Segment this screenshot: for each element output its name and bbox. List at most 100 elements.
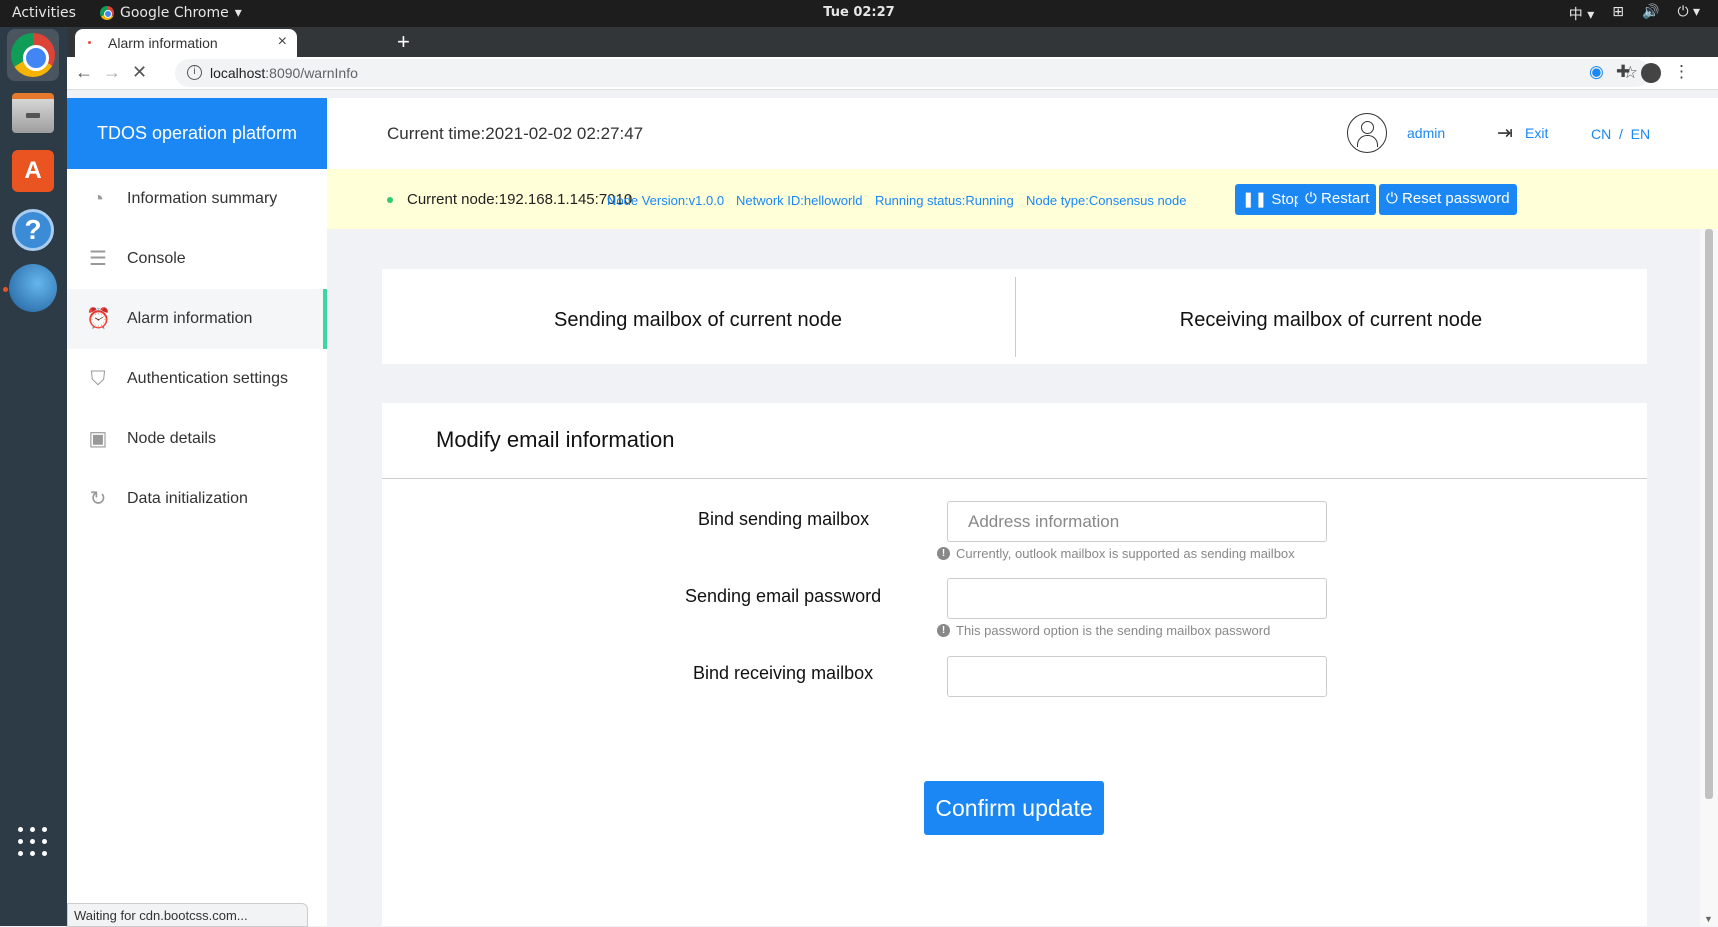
dock-chrome[interactable] — [7, 29, 59, 81]
reset-password-label: Reset password — [1402, 190, 1510, 207]
menu-kebab-icon[interactable]: ⋮ — [1673, 62, 1690, 82]
divider — [382, 478, 1647, 479]
password-hint: ! This password option is the sending ma… — [937, 623, 1270, 638]
dock-app[interactable] — [7, 262, 59, 314]
bind-sending-hint: ! Currently, outlook mailbox is supporte… — [937, 546, 1295, 561]
back-icon[interactable]: ← — [75, 62, 93, 83]
sidebar-item-alarm-information[interactable]: ⏰ Alarm information — [67, 289, 327, 349]
form-title: Modify email information — [436, 427, 675, 452]
user-name[interactable]: admin — [1407, 125, 1445, 141]
url-path: :8090/warnInfo — [265, 65, 358, 81]
tab-strip: Alarm information × + — [67, 27, 1718, 57]
sidebar-item-label: Authentication settings — [127, 370, 288, 387]
dashboard-icon: ◔ — [91, 188, 105, 210]
sidebar-item-node-details[interactable]: ▣ Node details — [67, 409, 327, 469]
mailbox-tabs: Sending mailbox of current node Receivin… — [382, 269, 1647, 364]
node-status-bar: Current node:192.168.1.145:7010 Node Ver… — [327, 169, 1718, 229]
brand-title[interactable]: TDOS operation platform — [67, 98, 327, 169]
restart-button[interactable]: ⏻ Restart — [1298, 184, 1377, 215]
exit-link[interactable]: Exit — [1525, 125, 1548, 141]
app-header: Current time:2021-02-02 02:27:47 admin ⇥… — [327, 98, 1718, 169]
sidebar: TDOS operation platform ◔ Information su… — [67, 98, 327, 927]
system-top-bar: Activities Google Chrome ▾ Tue 02:27 中 ▾… — [0, 0, 1718, 27]
dock-files[interactable] — [7, 87, 59, 139]
bind-sending-mailbox-input[interactable] — [947, 501, 1327, 542]
extension-icon[interactable]: ◉ — [1589, 62, 1604, 82]
new-tab-button[interactable]: + — [397, 29, 410, 55]
bind-receiving-mailbox-input[interactable] — [947, 656, 1327, 697]
power-icon: ⏻ — [1386, 190, 1398, 207]
browser-tab[interactable]: Alarm information × — [75, 29, 297, 57]
system-tray[interactable]: 中 ▾ ⊞ 🔊 ⏻ ▾ — [1569, 4, 1700, 24]
input-method-indicator[interactable]: 中 ▾ — [1569, 4, 1594, 24]
sending-password-input[interactable] — [947, 578, 1327, 619]
page-scrollbar[interactable]: ▼ — [1700, 229, 1718, 926]
confirm-update-button[interactable]: Confirm update — [924, 781, 1104, 835]
bind-sending-mailbox-label: Bind sending mailbox — [698, 509, 870, 529]
bind-sending-hint-text: Currently, outlook mailbox is supported … — [956, 546, 1295, 561]
software-store-icon: A — [12, 150, 54, 192]
sidebar-item-label: Data initialization — [127, 490, 248, 507]
url-host: localhost — [210, 65, 266, 81]
pause-icon: ❚❚ — [1242, 191, 1268, 208]
node-status-dot — [387, 197, 393, 203]
main-content: Sending mailbox of current node Receivin… — [327, 229, 1700, 926]
logout-icon[interactable]: ⇥ — [1497, 122, 1513, 145]
forward-icon[interactable]: → — [103, 62, 121, 83]
stop-loading-icon[interactable]: ✕ — [132, 62, 147, 83]
site-info-icon[interactable]: i — [187, 65, 202, 80]
scroll-down-icon[interactable]: ▼ — [1704, 914, 1713, 924]
email-form-card: Modify email information Bind sending ma… — [382, 403, 1647, 926]
current-time: Current time:2021-02-02 02:27:47 — [387, 124, 644, 143]
profile-avatar-icon[interactable] — [1641, 63, 1661, 88]
input-method-label: 中 — [1568, 7, 1583, 23]
tab-receiving-mailbox[interactable]: Receiving mailbox of current node — [1015, 309, 1647, 332]
sliders-icon: ☰ — [89, 248, 107, 270]
clock[interactable]: Tue 02:27 — [0, 5, 1718, 20]
dock-software[interactable]: A — [7, 145, 59, 197]
tab-title: Alarm information — [108, 35, 218, 51]
app-bird-icon — [9, 264, 57, 312]
language-switch[interactable]: CN / EN — [1591, 126, 1650, 142]
sidebar-item-authentication-settings[interactable]: ⛉ Authentication settings — [67, 349, 327, 409]
sidebar-item-data-initialization[interactable]: ↻ Data initialization — [67, 469, 327, 529]
restart-label: Restart — [1321, 190, 1370, 207]
user-avatar-icon[interactable] — [1347, 113, 1387, 153]
browser-status-bubble: Waiting for cdn.bootcss.com... — [67, 903, 308, 927]
alarm-icon: ⏰ — [86, 308, 111, 330]
chrome-icon — [11, 33, 55, 77]
running-indicator — [3, 287, 8, 292]
node-type: Node type:Consensus node — [1026, 193, 1187, 208]
shield-icon: ⛉ — [90, 368, 106, 390]
url-text[interactable]: localhost:8090/warnInfo — [210, 65, 358, 81]
close-icon[interactable]: × — [278, 33, 287, 51]
reset-password-button[interactable]: ⏻ Reset password — [1379, 184, 1517, 215]
node-version: Node Version:v1.0.0 — [607, 193, 725, 208]
dock-help[interactable]: ? — [7, 204, 59, 256]
sidebar-item-label: Node details — [127, 430, 216, 447]
sidebar-menu: ◔ Information summary ☰ Console ⏰ Alarm … — [67, 169, 327, 529]
chart-icon: ▣ — [88, 428, 108, 450]
sidebar-item-information-summary[interactable]: ◔ Information summary — [67, 169, 327, 229]
bind-receiving-mailbox-label: Bind receiving mailbox — [693, 663, 874, 683]
network-id: Network ID:helloworld — [736, 193, 863, 208]
show-applications-icon[interactable] — [18, 827, 48, 857]
info-icon: ! — [937, 547, 950, 560]
sidebar-item-label: Information summary — [127, 190, 278, 207]
password-hint-text: This password option is the sending mail… — [956, 623, 1271, 638]
volume-icon[interactable]: 🔊 — [1642, 4, 1659, 24]
extensions-puzzle-icon[interactable]: ✚ — [1616, 62, 1630, 82]
browser-toolbar: ← → ✕ i localhost:8090/warnInfo ☆ ◉ ✚ ⋮ — [67, 57, 1718, 90]
current-node: Current node:192.168.1.145:7010 — [407, 191, 633, 208]
tab-sending-mailbox[interactable]: Sending mailbox of current node — [382, 309, 1014, 332]
sending-password-label: Sending email password — [685, 586, 882, 606]
network-icon[interactable]: ⊞ — [1612, 4, 1624, 24]
sidebar-item-label: Alarm information — [127, 310, 253, 327]
sidebar-item-label: Console — [127, 250, 186, 267]
running-status: Running status:Running — [875, 193, 1014, 208]
scrollbar-thumb[interactable] — [1705, 229, 1713, 799]
dock: A ? — [0, 27, 67, 926]
power-icon[interactable]: ⏻ ▾ — [1677, 4, 1700, 24]
sidebar-item-console[interactable]: ☰ Console — [67, 229, 327, 289]
address-bar[interactable]: i localhost:8090/warnInfo ☆ — [175, 59, 1650, 87]
